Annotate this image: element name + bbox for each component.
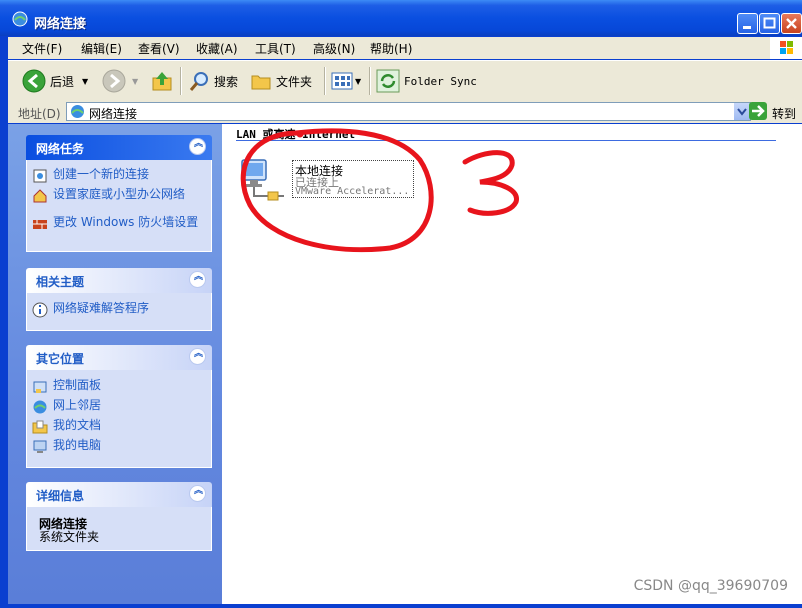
panel-body: 网络连接 系统文件夹: [26, 507, 212, 551]
network-globe-icon: [71, 105, 84, 118]
go-button[interactable]: [749, 102, 767, 120]
views-icon: [331, 72, 353, 90]
item-label-box: 本地连接 已连接上 VMware Accelerat...: [292, 160, 414, 198]
forward-arrow-icon: [102, 69, 126, 93]
details-panel: 详细信息 ︽ 网络连接 系统文件夹: [26, 482, 212, 551]
collapse-button[interactable]: ︽: [189, 485, 206, 502]
chevron-up-icon: ︽: [194, 272, 204, 282]
local-area-connection-item[interactable]: 本地连接 已连接上 VMware Accelerat...: [236, 156, 426, 202]
link-network-places[interactable]: 网上邻居: [27, 399, 213, 414]
network-tasks-panel: 网络任务 ︽ 创建一个新的连接 设置家庭或小型办公网络 更改 Windows 防…: [26, 135, 212, 252]
toolbar: 后退 ▼ ▼ 搜索 文件夹 ▼ Folder Sync: [8, 60, 802, 102]
folder-icon: [251, 75, 271, 90]
task-pane: 网络任务 ︽ 创建一个新的连接 设置家庭或小型办公网络 更改 Windows 防…: [8, 124, 222, 604]
views-dropdown-icon: ▼: [355, 76, 362, 86]
maximize-button[interactable]: [759, 13, 780, 34]
folders-button[interactable]: 文件夹: [250, 67, 312, 95]
network-connection-icon: [241, 159, 284, 201]
chevron-up-icon: ︽: [194, 139, 204, 149]
folder-sync-icon: [376, 69, 400, 93]
search-button[interactable]: 搜索: [188, 67, 238, 95]
menu-favorites[interactable]: 收藏(A): [196, 40, 238, 57]
menu-file[interactable]: 文件(F): [22, 40, 62, 57]
menu-edit[interactable]: 编辑(E): [81, 40, 122, 57]
chevron-up-icon: ︽: [194, 349, 204, 359]
minimize-button[interactable]: [737, 13, 758, 34]
control-panel-icon: [33, 381, 47, 393]
link-control-panel[interactable]: 控制面板: [27, 379, 213, 393]
panel-header[interactable]: 相关主题 ︽: [26, 268, 212, 293]
group-divider: [236, 140, 776, 141]
go-arrow-icon: [752, 105, 765, 117]
address-label: 地址(D): [18, 107, 61, 121]
item-device: VMware Accelerat...: [295, 186, 410, 197]
chevron-down-icon: [737, 108, 747, 116]
chevron-up-icon: ︽: [194, 486, 204, 496]
related-topics-panel: 相关主题 ︽ 网络疑难解答程序: [26, 268, 212, 331]
panel-header[interactable]: 网络任务 ︽: [26, 135, 212, 160]
link-create-connection[interactable]: 创建一个新的连接: [27, 168, 213, 183]
forward-dropdown-icon[interactable]: ▼: [132, 77, 138, 86]
search-icon: [189, 72, 208, 91]
explorer-window: 网络连接 文件(F) 编辑(E) 查看(V) 收藏(A) 工具(T) 高级(N)…: [0, 0, 802, 608]
collapse-button[interactable]: ︽: [189, 138, 206, 155]
globe-icon: [33, 400, 47, 414]
menu-tools[interactable]: 工具(T): [255, 40, 296, 57]
up-folder-button[interactable]: [150, 67, 174, 95]
documents-folder-icon: [32, 420, 48, 434]
menu-view[interactable]: 查看(V): [138, 40, 180, 57]
info-icon: [32, 302, 48, 318]
address-value: 网络连接: [89, 107, 138, 121]
minimize-icon: [738, 14, 757, 33]
new-connection-icon: [33, 169, 47, 183]
close-button[interactable]: [781, 13, 802, 34]
panel-header[interactable]: 详细信息 ︽: [26, 482, 212, 507]
watermark: CSDN @qq_39690709: [633, 578, 788, 594]
forward-button[interactable]: ▼: [102, 67, 138, 95]
back-arrow-icon: [22, 69, 46, 93]
panel-header[interactable]: 其它位置 ︽: [26, 345, 212, 370]
network-connections-icon: [12, 11, 28, 27]
menu-advanced[interactable]: 高级(N): [313, 40, 355, 57]
collapse-button[interactable]: ︽: [189, 271, 206, 288]
menu-help[interactable]: 帮助(H): [370, 40, 412, 57]
link-my-documents[interactable]: 我的文档: [27, 419, 213, 434]
menu-bar: 文件(F) 编辑(E) 查看(V) 收藏(A) 工具(T) 高级(N) 帮助(H…: [8, 37, 802, 59]
panel-body: 创建一个新的连接 设置家庭或小型办公网络 更改 Windows 防火墙设置: [26, 160, 212, 252]
other-places-panel: 其它位置 ︽ 控制面板 网上邻居 我的文档 我的电脑: [26, 345, 212, 468]
window-title: 网络连接: [34, 17, 87, 32]
content-area: LAN 或高速 Internet 本地连接 已连接上 VMware Accele…: [222, 124, 802, 604]
windows-flag-icon: [780, 41, 793, 54]
windows-logo: [770, 37, 802, 59]
address-dropdown[interactable]: [733, 103, 750, 120]
computer-icon: [33, 440, 47, 453]
collapse-button[interactable]: ︽: [189, 348, 206, 365]
up-folder-icon: [152, 72, 172, 91]
address-bar: 地址(D) 网络连接 转到: [8, 101, 802, 123]
views-button[interactable]: ▼: [331, 67, 361, 95]
home-network-icon: [33, 189, 47, 203]
back-dropdown-icon[interactable]: ▼: [82, 77, 88, 86]
details-type: 系统文件夹: [39, 530, 100, 544]
link-my-computer[interactable]: 我的电脑: [27, 439, 213, 453]
panel-body: 网络疑难解答程序: [26, 293, 212, 331]
panel-body: 控制面板 网上邻居 我的文档 我的电脑: [26, 370, 212, 468]
close-icon: [782, 14, 801, 33]
folder-sync-button[interactable]: Folder Sync: [376, 67, 477, 95]
link-setup-home-network[interactable]: 设置家庭或小型办公网络: [27, 188, 213, 203]
address-input[interactable]: 网络连接: [66, 102, 751, 121]
link-firewall-settings[interactable]: 更改 Windows 防火墙设置: [27, 216, 213, 229]
go-label[interactable]: 转到: [772, 105, 796, 122]
back-button[interactable]: 后退 ▼: [22, 67, 88, 95]
title-bar[interactable]: 网络连接: [0, 0, 802, 36]
maximize-icon: [760, 14, 779, 33]
link-network-troubleshooter[interactable]: 网络疑难解答程序: [27, 302, 213, 318]
firewall-icon: [33, 220, 47, 229]
